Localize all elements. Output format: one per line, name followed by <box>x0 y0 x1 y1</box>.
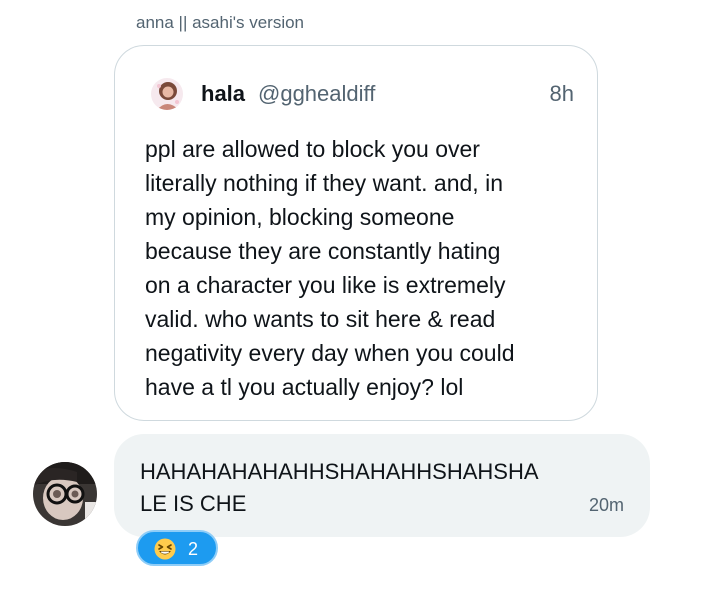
quoted-post-text: ppl are allowed to block you over litera… <box>145 136 515 400</box>
quoted-post-card[interactable]: hala @gghealdiff 8h ppl are allowed to b… <box>114 45 598 421</box>
reaction-count: 2 <box>188 539 199 559</box>
grinning-squinting-face-icon <box>154 538 176 560</box>
quoted-author-name[interactable]: hala <box>201 81 245 107</box>
quoted-post-timestamp: 8h <box>549 81 574 106</box>
quoted-author-handle[interactable]: @gghealdiff <box>258 81 375 107</box>
reaction-pill[interactable]: 2 <box>136 530 218 566</box>
quoted-author-avatar[interactable] <box>151 78 183 110</box>
quoted-post-header: hala @gghealdiff 8h <box>151 78 574 110</box>
reply-sender-label: anna || asahi's version <box>136 13 305 32</box>
sender-avatar[interactable] <box>33 462 97 526</box>
message-timestamp: 20m <box>588 495 624 515</box>
message-bubble[interactable]: HAHAHAHAHAHHSHAHAHHSHAHSHA LE IS CHE 20m <box>114 434 650 537</box>
message-text: HAHAHAHAHAHHSHAHAHHSHAHSHA LE IS CHE <box>140 459 539 516</box>
